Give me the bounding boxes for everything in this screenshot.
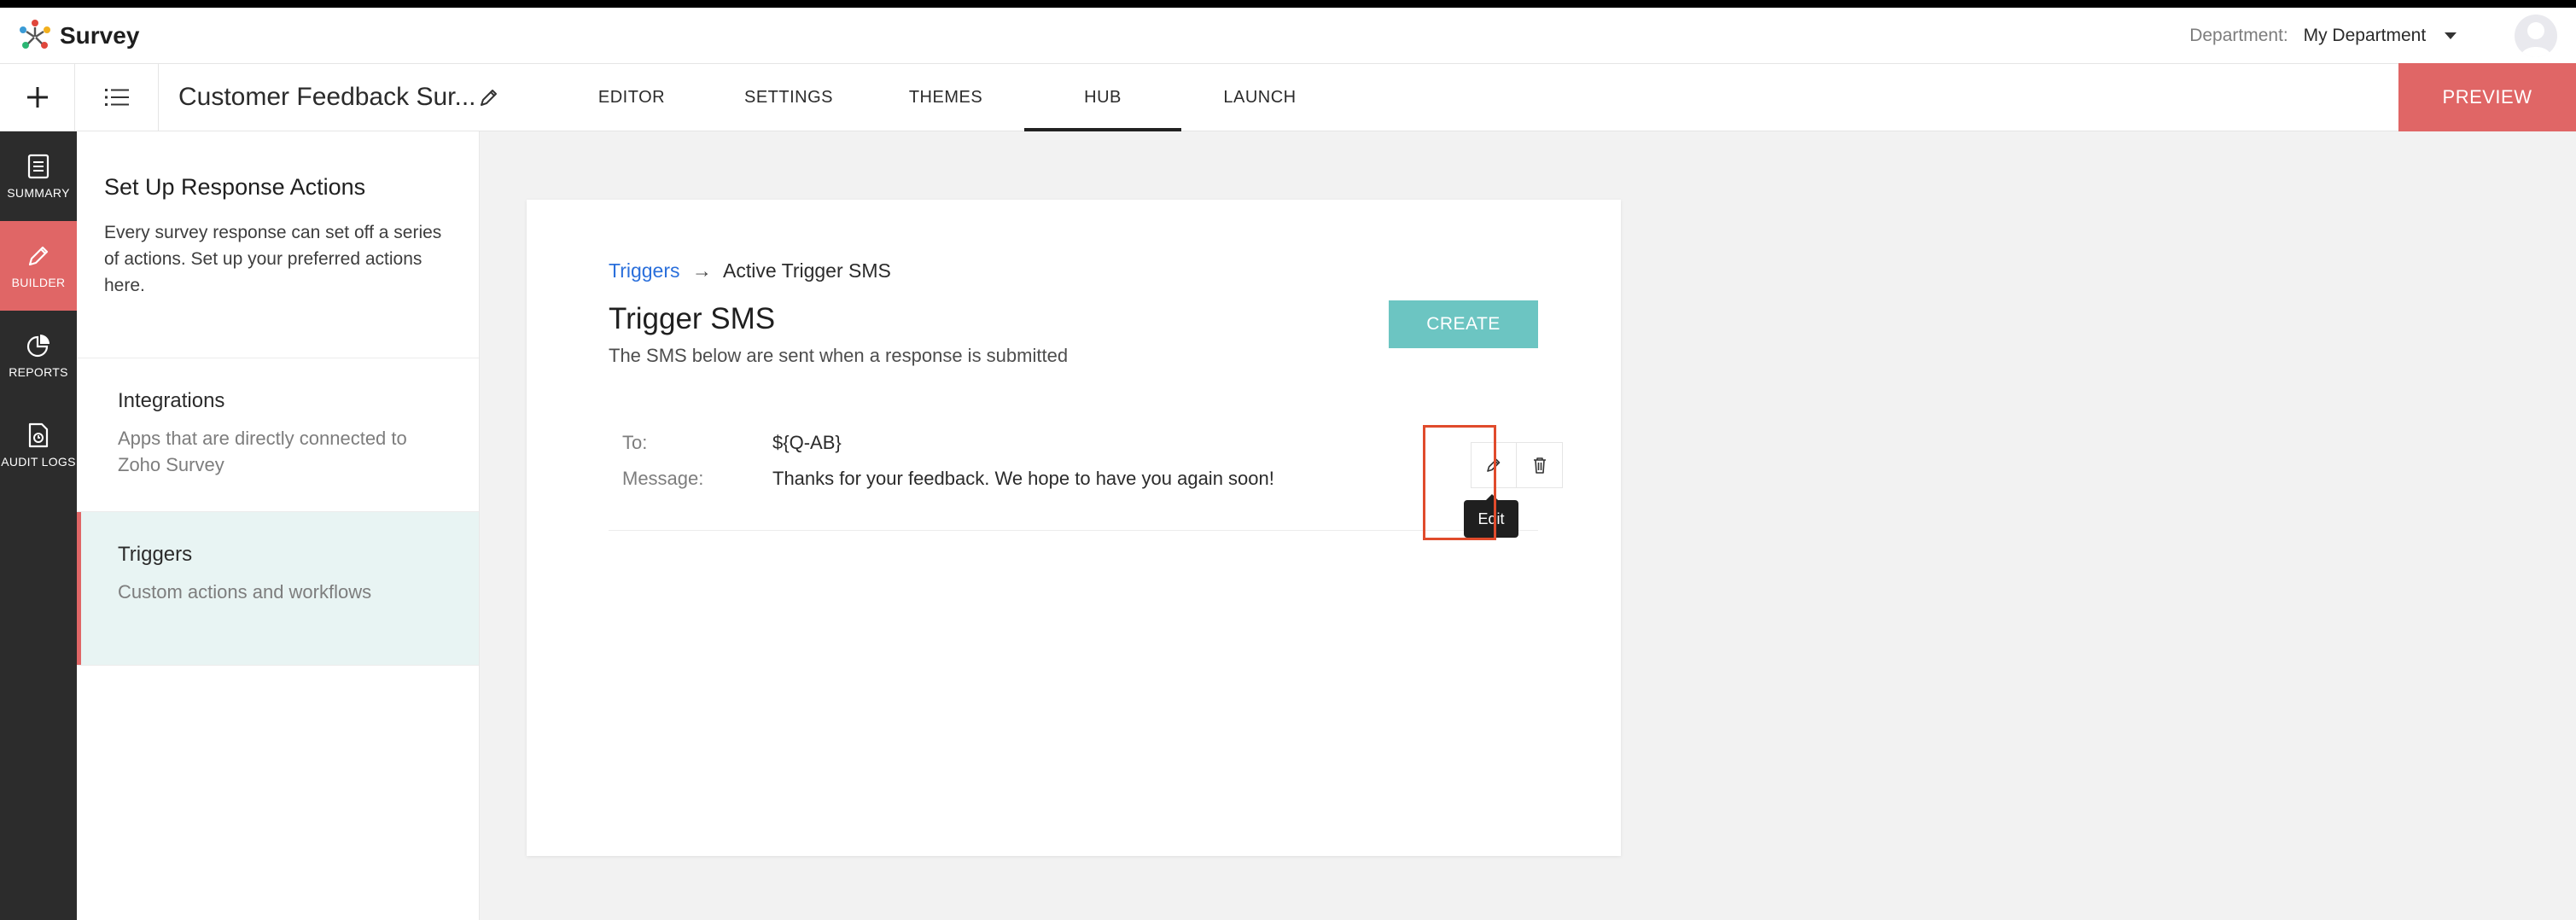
brand-bar: Survey Department: My Department (0, 8, 2576, 63)
department-label: Department: (2189, 26, 2288, 45)
message-value: Thanks for your feedback. We hope to hav… (772, 468, 1274, 489)
app-name: Survey (60, 22, 140, 49)
panel-item-description: Apps that are directly connected to Zoho… (118, 428, 407, 475)
edit-tooltip: Edit (1464, 494, 1518, 538)
panel-title: Set Up Response Actions (104, 174, 366, 200)
pie-chart-icon (26, 334, 50, 357)
edit-button[interactable] (1471, 442, 1517, 488)
survey-list-button[interactable] (75, 64, 159, 131)
pencil-icon (28, 246, 49, 265)
nav-reports[interactable]: REPORTS (0, 311, 77, 400)
panel-item-triggers[interactable]: Triggers Custom actions and workflows (77, 512, 479, 666)
panel-item-description: Custom actions and workflows (118, 581, 372, 603)
to-label: To: (622, 432, 648, 453)
create-button[interactable]: CREATE (1389, 300, 1538, 348)
pencil-icon (1487, 458, 1501, 472)
tab-themes[interactable]: THEMES (867, 64, 1024, 131)
panel-item-title: Triggers (118, 543, 193, 566)
survey-logo-icon[interactable] (15, 16, 55, 55)
nav-reports-label: REPORTS (9, 364, 68, 379)
audit-log-icon (28, 422, 49, 447)
document-icon (27, 154, 50, 178)
tab-settings[interactable]: SETTINGS (710, 64, 867, 131)
page-subtitle: The SMS below are sent when a response i… (609, 345, 1069, 366)
survey-title: Customer Feedback Sur... (178, 83, 476, 111)
left-nav: SUMMARY BUILDER REPORTS AUDIT LOGS (0, 131, 77, 920)
panel-header: Set Up Response Actions Every survey res… (77, 131, 479, 358)
to-value: ${Q-AB} (772, 432, 842, 453)
caret-down-icon[interactable] (2445, 32, 2457, 40)
top-black-strip (0, 0, 2576, 8)
department-selector[interactable]: Department: My Department (2189, 16, 2457, 55)
panel-item-title: Integrations (118, 389, 225, 412)
panel-item-integrations[interactable]: Integrations Apps that are directly conn… (77, 358, 479, 512)
department-value[interactable]: My Department (2304, 26, 2427, 45)
breadcrumb-current: Active Trigger SMS (723, 259, 891, 282)
pencil-icon[interactable] (476, 86, 500, 110)
survey-toolbar: Customer Feedback Sur... EDITOR SETTINGS… (0, 63, 2576, 131)
nav-summary-label: SUMMARY (7, 185, 70, 200)
panel-description: Every survey response can set off a seri… (104, 223, 442, 295)
nav-audit-logs[interactable]: AUDIT LOGS (0, 400, 77, 490)
trigger-sms-card: Triggers → Active Trigger SMS Trigger SM… (527, 200, 1621, 856)
message-label: Message: (622, 468, 704, 489)
page-title: Trigger SMS (609, 302, 776, 335)
plus-icon (26, 87, 48, 108)
delete-button[interactable] (1517, 442, 1563, 488)
arrow-right-icon: → (691, 259, 712, 282)
breadcrumb-triggers-link[interactable]: Triggers (609, 259, 680, 282)
tab-hub[interactable]: HUB (1024, 64, 1181, 131)
tab-editor[interactable]: EDITOR (553, 64, 710, 131)
preview-button[interactable]: PREVIEW (2398, 63, 2576, 131)
trash-icon (1533, 457, 1546, 474)
user-avatar[interactable] (2515, 15, 2557, 57)
response-actions-panel: Set Up Response Actions Every survey res… (77, 131, 480, 920)
sms-row: To: ${Q-AB} Message: Thanks for your fee… (609, 432, 1563, 538)
tab-launch[interactable]: LAUNCH (1181, 64, 1338, 131)
nav-audit-logs-label: AUDIT LOGS (1, 454, 76, 469)
list-icon (104, 89, 129, 106)
nav-builder-label: BUILDER (11, 275, 66, 289)
nav-builder[interactable]: BUILDER (0, 221, 77, 311)
breadcrumb: Triggers → Active Trigger SMS (609, 259, 891, 282)
nav-summary[interactable]: SUMMARY (0, 131, 77, 221)
tab-bar: EDITOR SETTINGS THEMES HUB LAUNCH (553, 64, 1338, 131)
avatar-icon (2521, 22, 2551, 57)
add-button[interactable] (0, 64, 75, 131)
